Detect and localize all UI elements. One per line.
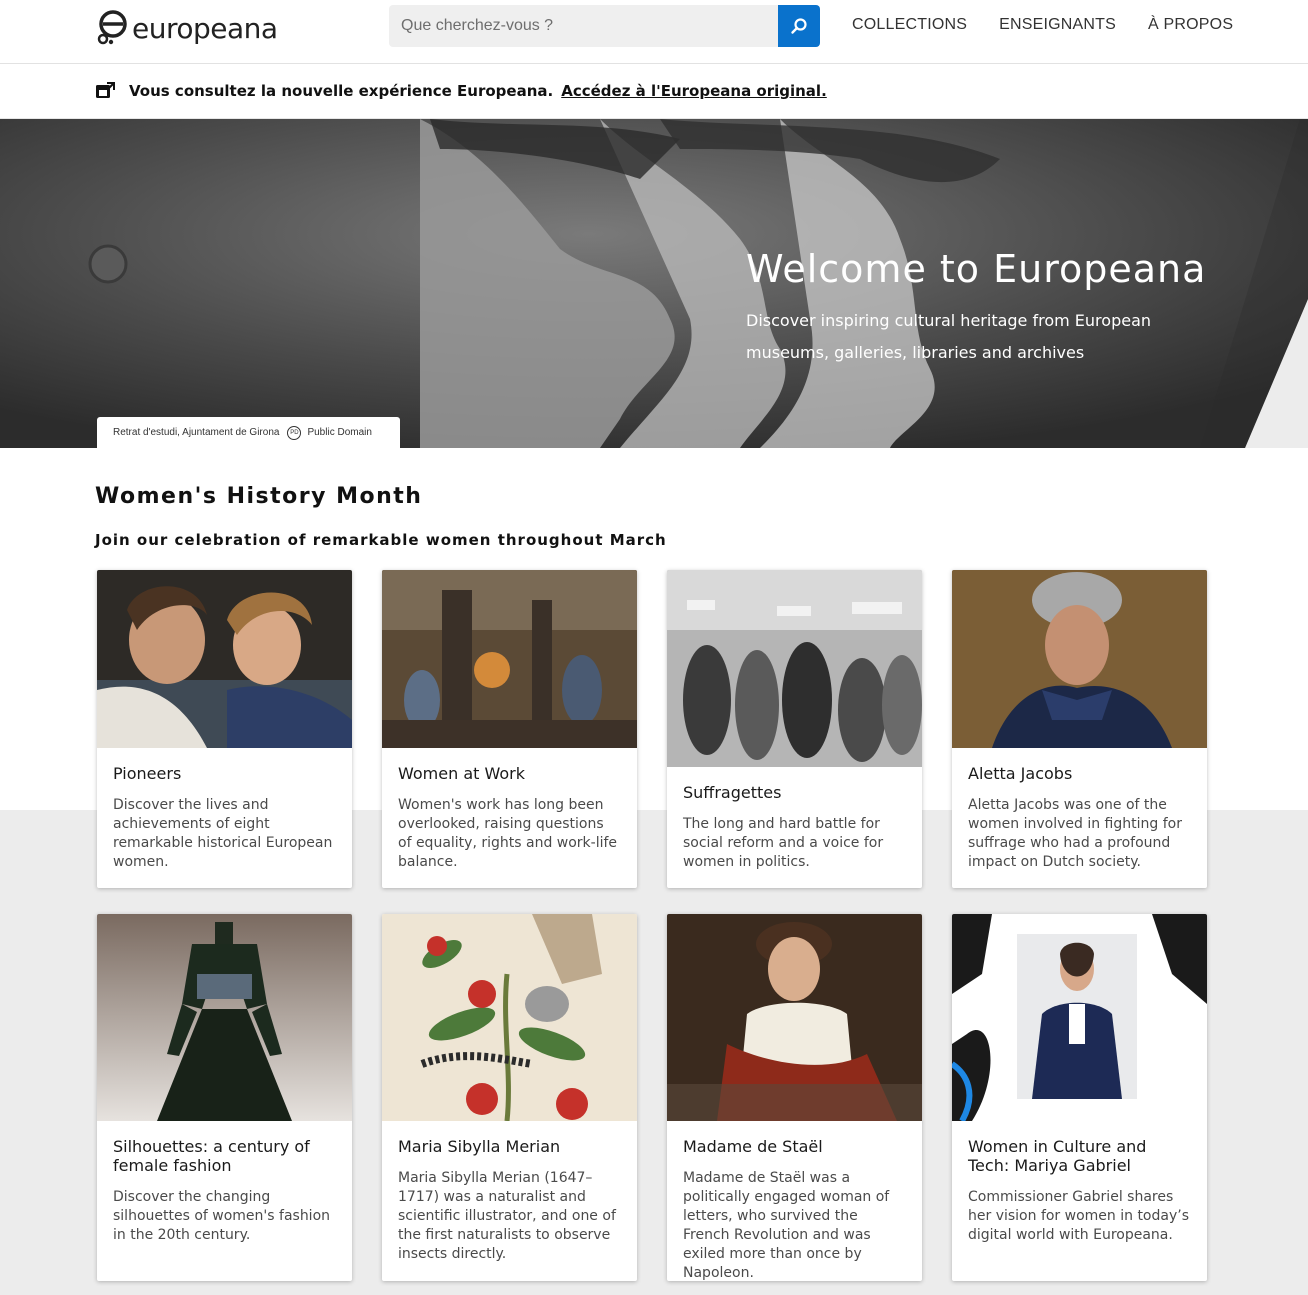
card-title: Pioneers <box>113 764 182 783</box>
search-icon <box>791 18 807 34</box>
card-image <box>97 570 352 748</box>
section-title: Women's History Month <box>95 484 423 509</box>
card-title: Silhouettes: a century of female fashion <box>113 1137 310 1175</box>
card-pioneers[interactable]: Pioneers Discover the lives and achievem… <box>97 570 352 888</box>
search-button[interactable] <box>778 5 820 47</box>
notice-text: Vous consultez la nouvelle expérience Eu… <box>129 82 554 100</box>
image-credit[interactable]: Retrat d'estudi, Ajuntament de Girona PD… <box>97 417 400 448</box>
card-aletta-jacobs[interactable]: Aletta Jacobs Aletta Jacobs was one of t… <box>952 570 1207 888</box>
card-image <box>97 914 352 1121</box>
nav-a-propos[interactable]: À PROPOS <box>1148 16 1233 34</box>
license-text: Public Domain <box>307 427 372 438</box>
card-maria-sibylla-merian[interactable]: Maria Sibylla Merian Maria Sibylla Meria… <box>382 914 637 1281</box>
hero-title: Welcome to Europeana <box>746 247 1207 291</box>
browser-switch-icon <box>96 82 115 98</box>
search-input[interactable] <box>389 5 778 47</box>
new-experience-notice: Vous consultez la nouvelle expérience Eu… <box>0 64 1308 119</box>
card-description: Commissioner Gabriel shares her vision f… <box>968 1189 1189 1243</box>
card-title: Aletta Jacobs <box>968 764 1073 783</box>
card-women-at-work[interactable]: Women at Work Women's work has long been… <box>382 570 637 888</box>
card-silhouettes[interactable]: Silhouettes: a century of female fashion… <box>97 914 352 1281</box>
card-mariya-gabriel[interactable]: Women in Culture and Tech: Mariya Gabrie… <box>952 914 1207 1281</box>
logo-text: europeana <box>132 11 278 45</box>
card-title: Suffragettes <box>683 783 782 802</box>
card-image <box>952 570 1207 748</box>
nav-collections[interactable]: COLLECTIONS <box>852 16 967 34</box>
card-title: Madame de Staël <box>683 1137 823 1156</box>
card-suffragettes[interactable]: Suffragettes The long and hard battle fo… <box>667 570 922 888</box>
card-image <box>667 570 922 767</box>
card-madame-de-stael[interactable]: Madame de Staël Madame de Staël was a po… <box>667 914 922 1281</box>
card-description: Aletta Jacobs was one of the women invol… <box>968 797 1182 870</box>
main-nav: COLLECTIONS ENSEIGNANTS À PROPOS <box>852 16 1233 34</box>
card-image <box>382 914 637 1121</box>
card-description: Discover the changing silhouettes of wom… <box>113 1189 331 1243</box>
card-description: Discover the lives and achievements of e… <box>113 797 333 870</box>
section-subtitle: Join our celebration of remarkable women… <box>95 531 667 549</box>
hero-subtitle: Discover inspiring cultural heritage fro… <box>746 311 1152 362</box>
search-bar <box>389 5 820 47</box>
original-europeana-link[interactable]: Accédez à l'Europeana original. <box>561 82 827 100</box>
europeana-logo[interactable]: europeana <box>96 8 278 48</box>
card-title: Women in Culture and Tech: Mariya Gabrie… <box>968 1137 1147 1175</box>
public-domain-icon: PD <box>287 425 302 440</box>
site-header: europeana COLLECTIONS ENSEIGNANTS À PROP… <box>0 0 1308 64</box>
card-description: Maria Sibylla Merian (1647–1717) was a n… <box>398 1170 616 1262</box>
credit-text: Retrat d'estudi, Ajuntament de Girona <box>113 427 280 438</box>
card-image <box>952 914 1207 1121</box>
card-title: Maria Sibylla Merian <box>398 1137 561 1156</box>
europeana-logo-icon <box>97 10 127 45</box>
card-image <box>382 570 637 748</box>
card-description: The long and hard battle for social refo… <box>683 816 884 870</box>
nav-enseignants[interactable]: ENSEIGNANTS <box>999 16 1116 34</box>
card-description: Madame de Staël was a politically engage… <box>683 1170 890 1281</box>
card-image <box>667 914 922 1121</box>
hero-banner: Welcome to Europeana Discover inspiring … <box>0 119 1308 448</box>
card-description: Women's work has long been overlooked, r… <box>398 797 618 870</box>
card-title: Women at Work <box>398 764 526 783</box>
